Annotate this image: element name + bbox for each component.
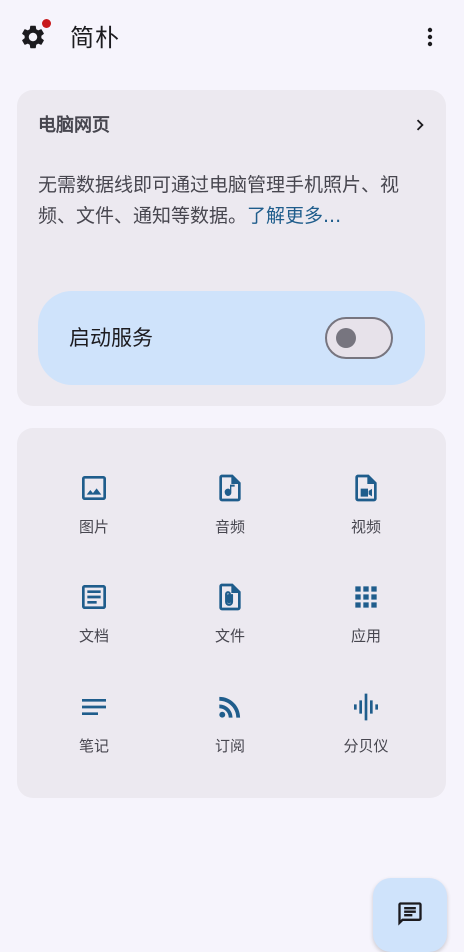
grid-item-images[interactable]: 图片: [34, 472, 154, 562]
video-file-icon: [355, 474, 377, 502]
switch-thumb: [336, 328, 356, 348]
start-service-row[interactable]: 启动服务: [38, 291, 425, 385]
grid-label: 笔记: [78, 737, 109, 755]
grid-label: 音频: [214, 518, 245, 536]
app-title: 简朴: [70, 24, 120, 52]
grid-label: 应用: [350, 627, 381, 645]
notification-dot: [42, 19, 51, 28]
grid-label: 文档: [78, 627, 109, 645]
grid-item-video[interactable]: 视频: [306, 472, 426, 562]
start-service-label: 启动服务: [69, 326, 153, 350]
grid-item-notes[interactable]: 笔记: [34, 691, 154, 781]
features-grid-card: 图片 音频 视频 文档 文件 应用 笔记 订阅 分贝仪: [17, 428, 446, 798]
grid-item-audio[interactable]: 音频: [170, 472, 290, 562]
description-text: 无需数据线即可通过电脑管理手机照片、视频、文件、通知等数据。: [38, 174, 400, 227]
more-vert-icon: [427, 27, 433, 47]
grid-label: 订阅: [214, 737, 245, 755]
top-app-bar: 简朴: [0, 0, 464, 76]
attachment-file-icon: [219, 583, 241, 611]
notes-icon: [82, 699, 106, 715]
apps-icon: [355, 586, 377, 608]
settings-button[interactable]: [14, 18, 52, 56]
web-card-title: 电脑网页: [38, 115, 110, 136]
grid-item-sound-meter[interactable]: 分贝仪: [306, 691, 426, 781]
start-service-switch[interactable]: [325, 317, 393, 359]
grid-label: 分贝仪: [343, 737, 389, 755]
grid-item-feeds[interactable]: 订阅: [170, 691, 290, 781]
image-icon: [82, 476, 106, 500]
gear-icon: [22, 25, 44, 49]
more-options-button[interactable]: [412, 18, 448, 56]
learn-more-link[interactable]: 了解更多...: [247, 205, 341, 227]
rss-icon: [219, 696, 241, 718]
grid-item-apps[interactable]: 应用: [306, 581, 426, 671]
chevron-right-icon: [416, 119, 424, 131]
grid-item-files[interactable]: 文件: [170, 581, 290, 671]
web-card-header[interactable]: 电脑网页: [17, 90, 446, 162]
grid-label: 文件: [214, 627, 245, 645]
audio-file-icon: [219, 474, 241, 502]
chat-fab[interactable]: [373, 878, 447, 952]
grid-label: 视频: [350, 518, 381, 536]
chat-message-icon: [398, 902, 422, 926]
web-access-card: 电脑网页 无需数据线即可通过电脑管理手机照片、视频、文件、通知等数据。了解更多.…: [17, 90, 446, 406]
web-card-description: 无需数据线即可通过电脑管理手机照片、视频、文件、通知等数据。了解更多...: [38, 170, 423, 232]
document-icon: [82, 585, 106, 609]
sound-wave-icon: [354, 693, 378, 721]
grid-label: 图片: [78, 518, 109, 536]
grid-item-documents[interactable]: 文档: [34, 581, 154, 671]
